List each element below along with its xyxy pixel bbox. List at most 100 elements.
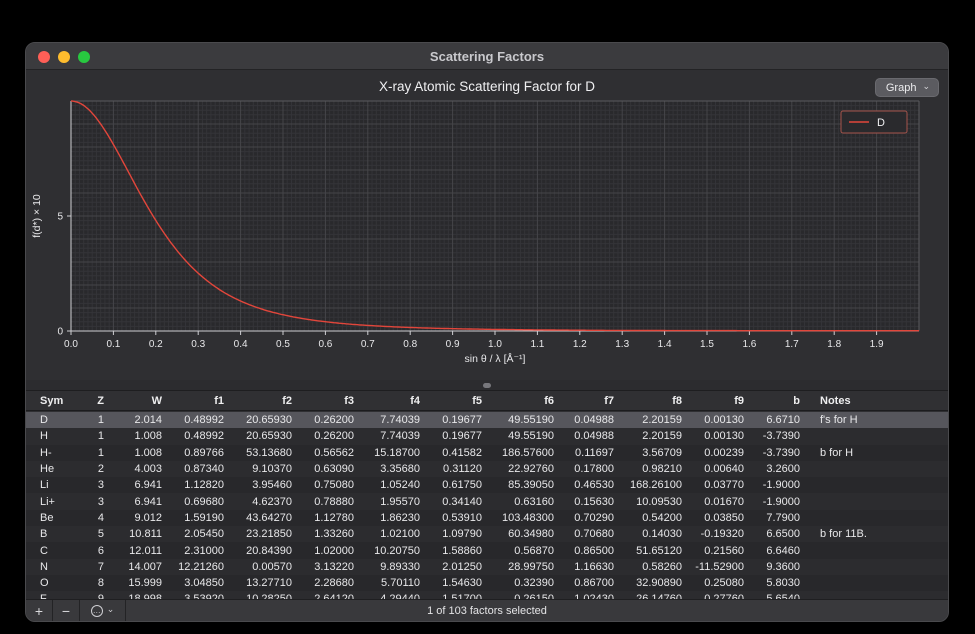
table-row-D[interactable]: D12.0140.4899220.659300.262007.740390.19… bbox=[26, 412, 948, 428]
pane-splitter[interactable] bbox=[26, 380, 948, 390]
cell-z: 1 bbox=[76, 414, 114, 426]
table-row-N[interactable]: N714.00712.212600.005703.132209.893302.0… bbox=[26, 559, 948, 575]
cell-f6: 0.56870 bbox=[492, 545, 564, 557]
column-header-f8[interactable]: f8 bbox=[624, 395, 692, 407]
cell-z: 3 bbox=[76, 479, 114, 491]
cell-f7: 0.86500 bbox=[564, 545, 624, 557]
cell-b: -3.7390 bbox=[754, 447, 810, 459]
table-row-C[interactable]: C612.0112.3100020.843901.0200010.207501.… bbox=[26, 542, 948, 558]
zoom-button[interactable] bbox=[78, 51, 90, 63]
minimize-button[interactable] bbox=[58, 51, 70, 63]
legend: D bbox=[841, 111, 907, 133]
table-row-He[interactable]: He24.0030.873409.103700.630903.356800.31… bbox=[26, 461, 948, 477]
cell-sym: He bbox=[26, 463, 76, 475]
splitter-handle[interactable] bbox=[483, 383, 491, 388]
svg-text:sin θ / λ [Å⁻¹]: sin θ / λ [Å⁻¹] bbox=[465, 352, 526, 365]
cell-f9: 0.00130 bbox=[692, 414, 754, 426]
cell-f7: 0.86700 bbox=[564, 577, 624, 589]
svg-text:0.4: 0.4 bbox=[234, 339, 248, 350]
cell-b: 6.6500 bbox=[754, 528, 810, 540]
cell-f8: 0.98210 bbox=[624, 463, 692, 475]
table-row-Be[interactable]: Be49.0121.5919043.642701.127801.862300.5… bbox=[26, 510, 948, 526]
cell-f4: 1.05240 bbox=[364, 479, 430, 491]
cell-f2: 0.00570 bbox=[234, 561, 302, 573]
cell-f4: 3.35680 bbox=[364, 463, 430, 475]
cell-f7: 0.70290 bbox=[564, 512, 624, 524]
close-button[interactable] bbox=[38, 51, 50, 63]
table-row-Li+[interactable]: Li+36.9410.696804.623700.788801.955700.3… bbox=[26, 493, 948, 509]
cell-b: 9.3600 bbox=[754, 561, 810, 573]
cell-f5: 0.61750 bbox=[430, 479, 492, 491]
remove-factor-button[interactable]: − bbox=[53, 600, 80, 621]
svg-text:0.6: 0.6 bbox=[318, 339, 332, 350]
svg-text:0.0: 0.0 bbox=[64, 339, 78, 350]
cell-f1: 1.12820 bbox=[172, 479, 234, 491]
cell-f9: 0.00130 bbox=[692, 430, 754, 442]
cell-f2: 43.64270 bbox=[234, 512, 302, 524]
bottom-toolbar: + − … ⌄ 1 of 103 factors selected bbox=[26, 599, 948, 621]
cell-f8: 0.58260 bbox=[624, 561, 692, 573]
svg-text:0.8: 0.8 bbox=[403, 339, 417, 350]
table-row-B[interactable]: B510.8112.0545023.218501.332601.021001.0… bbox=[26, 526, 948, 542]
cell-z: 4 bbox=[76, 512, 114, 524]
column-header-f6[interactable]: f6 bbox=[492, 395, 564, 407]
svg-text:0: 0 bbox=[57, 327, 63, 338]
cell-f3: 0.56562 bbox=[302, 447, 364, 459]
cell-f4: 15.18700 bbox=[364, 447, 430, 459]
column-header-w[interactable]: W bbox=[114, 395, 172, 407]
cell-b: 5.8030 bbox=[754, 577, 810, 589]
column-header-f5[interactable]: f5 bbox=[430, 395, 492, 407]
table-row-H-[interactable]: H-11.0080.8976653.136800.5656215.187000.… bbox=[26, 445, 948, 461]
column-header-f9[interactable]: f9 bbox=[692, 395, 754, 407]
cell-f3: 0.26200 bbox=[302, 430, 364, 442]
cell-f4: 7.74039 bbox=[364, 414, 430, 426]
cell-f2: 9.10370 bbox=[234, 463, 302, 475]
cell-f1: 0.48992 bbox=[172, 430, 234, 442]
cell-f1: 0.87340 bbox=[172, 463, 234, 475]
svg-text:0.7: 0.7 bbox=[361, 339, 375, 350]
cell-sym: C bbox=[26, 545, 76, 557]
cell-f6: 28.99750 bbox=[492, 561, 564, 573]
actions-menu-button[interactable]: … ⌄ bbox=[80, 600, 126, 621]
column-header-f1[interactable]: f1 bbox=[172, 395, 234, 407]
cell-f3: 0.63090 bbox=[302, 463, 364, 475]
table-row-F[interactable]: F918.9983.5392010.282502.641204.294401.5… bbox=[26, 591, 948, 599]
cell-f7: 0.04988 bbox=[564, 414, 624, 426]
cell-w: 2.014 bbox=[114, 414, 172, 426]
svg-text:0.2: 0.2 bbox=[149, 339, 163, 350]
column-header-f4[interactable]: f4 bbox=[364, 395, 430, 407]
cell-f7: 0.70680 bbox=[564, 528, 624, 540]
selection-status: 1 of 103 factors selected bbox=[26, 600, 948, 621]
svg-text:1.3: 1.3 bbox=[615, 339, 629, 350]
column-header-b[interactable]: b bbox=[754, 395, 810, 407]
cell-f5: 2.01250 bbox=[430, 561, 492, 573]
cell-f3: 0.78880 bbox=[302, 496, 364, 508]
scattering-factors-window: Scattering Factors X-ray Atomic Scatteri… bbox=[25, 42, 949, 622]
cell-f2: 20.84390 bbox=[234, 545, 302, 557]
cell-f1: 2.31000 bbox=[172, 545, 234, 557]
table-row-Li[interactable]: Li36.9411.128203.954600.750801.052400.61… bbox=[26, 477, 948, 493]
column-header-f2[interactable]: f2 bbox=[234, 395, 302, 407]
title-bar[interactable]: Scattering Factors bbox=[26, 43, 948, 70]
cell-f8: 10.09530 bbox=[624, 496, 692, 508]
column-header-sym[interactable]: Sym bbox=[26, 395, 76, 407]
column-header-z[interactable]: Z bbox=[76, 395, 114, 407]
cell-notes: b for 11B. bbox=[810, 528, 948, 540]
column-header-notes[interactable]: Notes bbox=[810, 395, 948, 407]
cell-w: 14.007 bbox=[114, 561, 172, 573]
table-row-H[interactable]: H11.0080.4899220.659300.262007.740390.19… bbox=[26, 428, 948, 444]
column-header-f7[interactable]: f7 bbox=[564, 395, 624, 407]
cell-f9: 0.21560 bbox=[692, 545, 754, 557]
ellipsis-circle-icon: … bbox=[91, 605, 103, 617]
cell-f1: 3.04850 bbox=[172, 577, 234, 589]
factor-table[interactable]: D12.0140.4899220.659300.262007.740390.19… bbox=[26, 412, 948, 599]
add-factor-button[interactable]: + bbox=[26, 600, 53, 621]
chevron-down-icon: ⌄ bbox=[107, 604, 115, 615]
svg-text:0.9: 0.9 bbox=[446, 339, 460, 350]
cell-f6: 0.32390 bbox=[492, 577, 564, 589]
cell-notes: f's for H bbox=[810, 414, 948, 426]
table-row-O[interactable]: O815.9993.0485013.277102.286805.701101.5… bbox=[26, 575, 948, 591]
cell-f7: 0.17800 bbox=[564, 463, 624, 475]
column-header-f3[interactable]: f3 bbox=[302, 395, 364, 407]
cell-f3: 1.02000 bbox=[302, 545, 364, 557]
